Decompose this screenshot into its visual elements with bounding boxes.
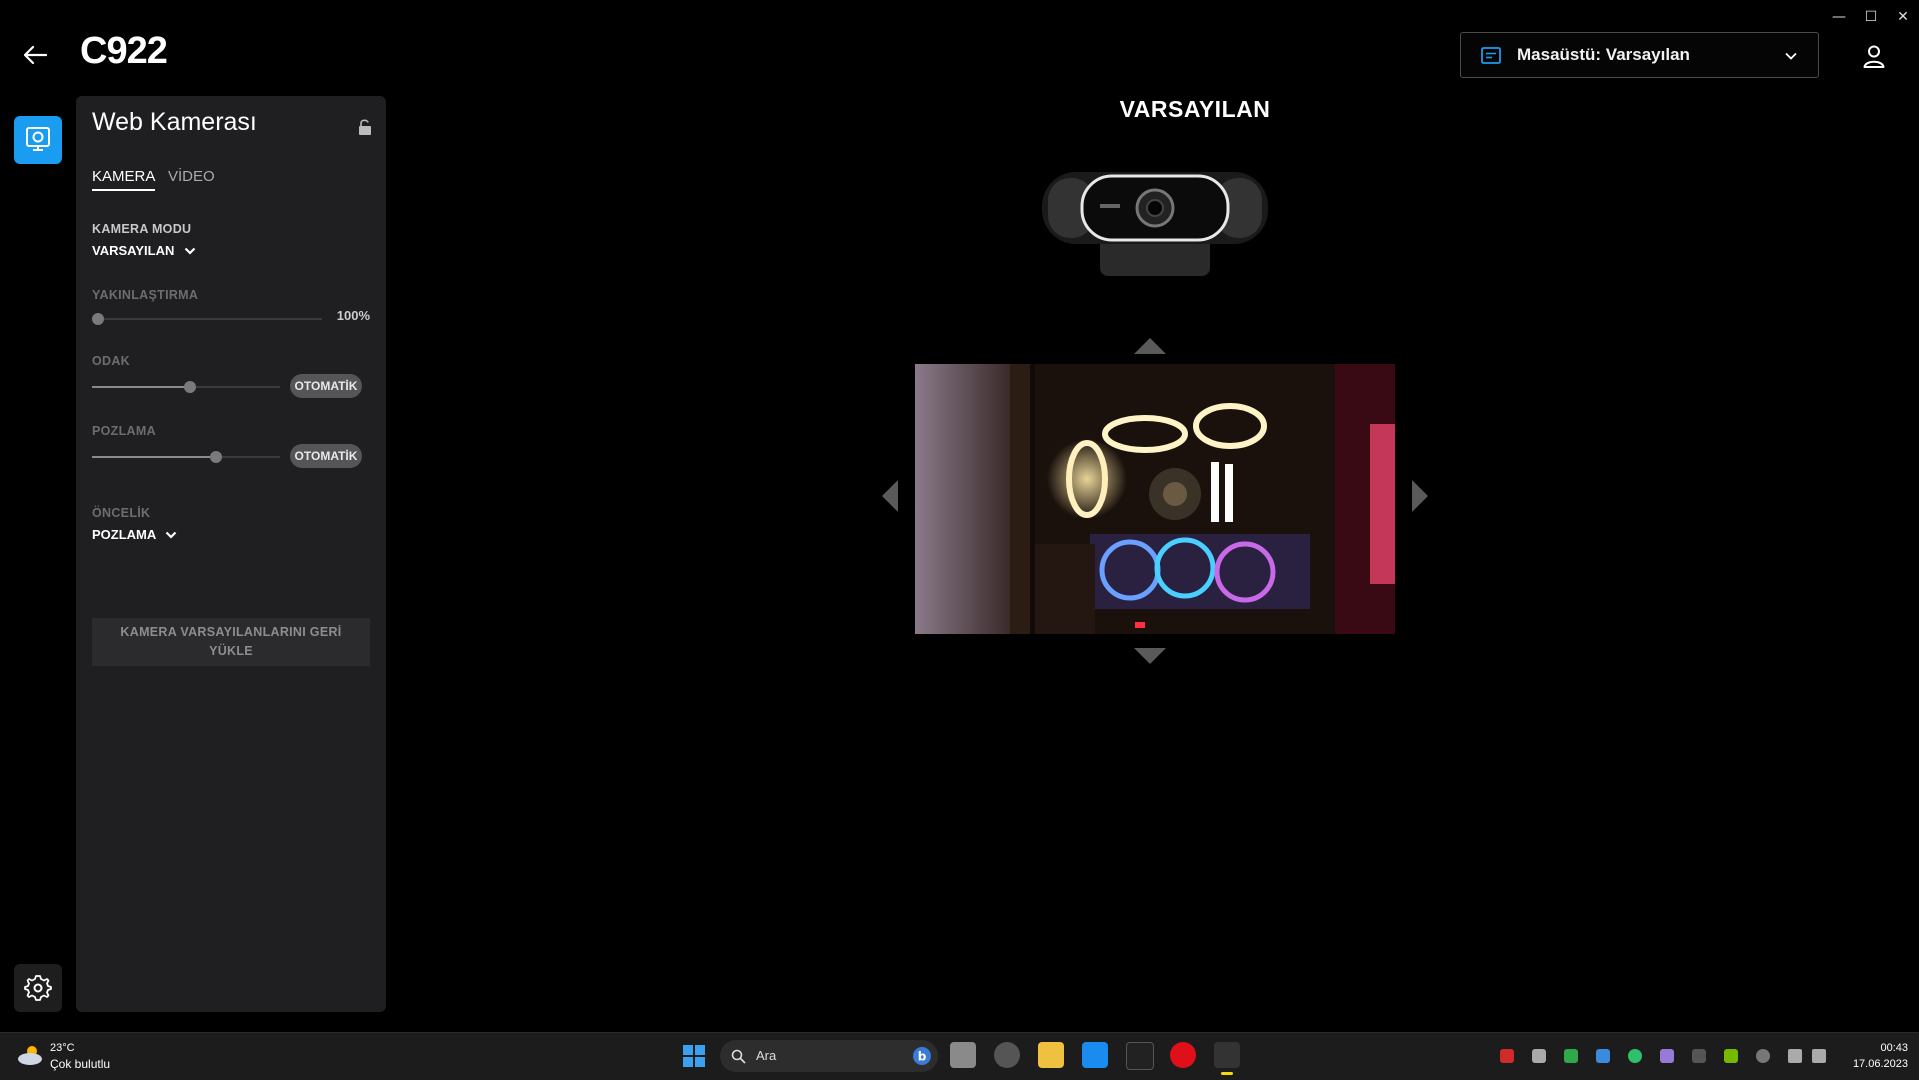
webcam-device-image [1042, 172, 1268, 276]
pan-up-arrow-icon[interactable] [1134, 338, 1166, 354]
bing-icon: b [913, 1047, 931, 1065]
tab-camera[interactable]: KAMERA [92, 168, 156, 191]
tray-logitech-icon[interactable] [1756, 1049, 1770, 1063]
exposure-auto-button[interactable]: OTOMATİK [290, 444, 362, 468]
reset-text-line1: KAMERA VARSAYILANLARINI GERİ [120, 625, 342, 639]
chevron-down-icon [166, 531, 177, 539]
tray-security-icon[interactable] [1596, 1049, 1610, 1063]
taskbar-search-box[interactable]: Ara b [720, 1040, 938, 1072]
settings-button[interactable] [14, 964, 62, 1012]
zoom-slider-track[interactable] [92, 318, 322, 320]
minimize-button[interactable]: — [1830, 8, 1848, 26]
pan-right-arrow-icon[interactable] [1412, 480, 1428, 512]
focus-slider-handle[interactable] [183, 381, 196, 393]
chevron-down-icon [1785, 52, 1797, 60]
exposure-slider-fill [92, 456, 217, 458]
zoom-value: 100% [336, 308, 370, 323]
tray-app-icon-2[interactable] [1692, 1049, 1706, 1063]
focus-auto-button[interactable]: OTOMATİK [290, 374, 362, 398]
focus-label: ODAK [92, 354, 131, 368]
reset-text-line2: YÜKLE [209, 644, 253, 658]
clock-date[interactable]: 17.06.2023 [1838, 1058, 1908, 1070]
camera-mode-value: VARSAYILAN [92, 243, 175, 258]
priority-value: POZLAMA [92, 527, 156, 542]
panel-title: Web Kamerası [92, 108, 257, 136]
restore-camera-defaults-button[interactable]: KAMERA VARSAYILANLARINI GERİ YÜKLE [92, 618, 370, 666]
logitech-g-hub-icon[interactable] [1214, 1042, 1240, 1068]
priority-label: ÖNCELİK [92, 506, 151, 520]
lock-open-icon[interactable] [358, 118, 372, 136]
profile-label: Masaüstü: Varsayılan [1517, 45, 1690, 64]
weather-description[interactable]: Çok bulutlu [50, 1057, 110, 1071]
exposure-label: POZLAMA [92, 424, 156, 438]
tray-nvidia-icon[interactable] [1724, 1049, 1738, 1063]
search-placeholder: Ara [756, 1048, 777, 1063]
user-account-icon[interactable] [1862, 44, 1886, 68]
tradingview-icon[interactable] [1126, 1042, 1154, 1070]
zoom-slider-handle[interactable] [92, 313, 104, 325]
back-arrow-icon[interactable] [22, 42, 48, 68]
focus-slider-fill [92, 386, 190, 388]
camera-preview-image [915, 364, 1395, 634]
tray-app-icon[interactable] [1628, 1049, 1642, 1063]
webcam-icon [26, 127, 50, 151]
clock-time[interactable]: 00:43 [1868, 1042, 1908, 1054]
gear-icon [24, 975, 52, 1001]
tray-network-icon[interactable] [1788, 1049, 1802, 1063]
chevron-down-icon [184, 247, 196, 255]
search-icon [731, 1049, 746, 1064]
tray-mail-icon[interactable] [1564, 1049, 1578, 1063]
camera-mode-dropdown[interactable]: VARSAYILAN [92, 243, 196, 258]
tab-video[interactable]: VİDEO [168, 168, 215, 185]
camera-mode-label: KAMERA MODU [92, 222, 192, 236]
close-button[interactable]: ✕ [1894, 8, 1912, 26]
exposure-slider-handle[interactable] [210, 451, 223, 463]
weather-cloud-icon[interactable] [16, 1044, 44, 1066]
windows-start-icon[interactable] [682, 1044, 706, 1068]
tray-lock-icon[interactable] [1532, 1049, 1546, 1063]
pan-down-arrow-icon[interactable] [1134, 648, 1166, 664]
pan-left-arrow-icon[interactable] [882, 480, 898, 512]
profile-selector[interactable]: Masaüstü: Varsayılan [1460, 32, 1819, 78]
svg-text:b: b [918, 1050, 927, 1064]
file-explorer-icon[interactable] [1038, 1042, 1064, 1068]
mode-title: VARSAYILAN [1119, 96, 1271, 122]
device-title: C922 [80, 30, 168, 72]
tray-icon-1[interactable] [1500, 1049, 1514, 1063]
app-icon-1[interactable] [994, 1042, 1020, 1068]
tray-pen-icon[interactable] [1660, 1049, 1674, 1063]
webcam-settings-button[interactable] [14, 116, 62, 164]
task-view-icon[interactable] [950, 1042, 976, 1068]
maximize-button[interactable]: ☐ [1862, 8, 1880, 26]
app-icon-2[interactable] [1082, 1042, 1108, 1068]
tray-volume-icon[interactable] [1812, 1049, 1826, 1063]
priority-dropdown[interactable]: POZLAMA [92, 527, 177, 542]
weather-temperature[interactable]: 23°C [50, 1042, 75, 1054]
opera-icon[interactable] [1170, 1042, 1196, 1068]
exposure-slider-track[interactable] [92, 456, 280, 458]
active-app-indicator [1221, 1072, 1233, 1075]
desktop-profile-icon [1481, 47, 1501, 64]
zoom-label: YAKINLAŞTIRMA [92, 288, 199, 302]
